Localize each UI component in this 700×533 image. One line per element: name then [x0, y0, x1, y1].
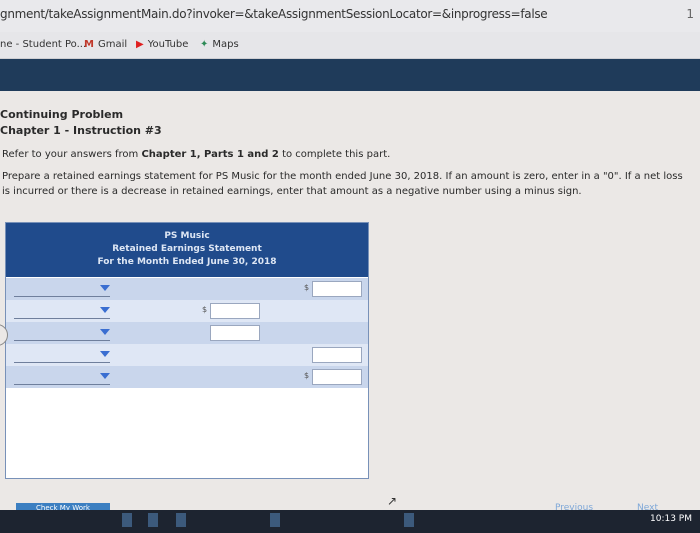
browser-address-bar[interactable]: gnment/takeAssignmentMain.do?invoker=&ta…	[0, 0, 700, 32]
bookmark-label: Gmail	[97, 39, 128, 50]
bookmark-youtube[interactable]: ▶ YouTube	[136, 39, 188, 50]
instructions-text: Prepare a retained earnings statement fo…	[2, 171, 683, 197]
chevron-down-icon[interactable]	[100, 307, 110, 313]
bookmark-label: YouTube	[147, 39, 189, 50]
chevron-down-icon[interactable]	[100, 373, 110, 379]
gmail-icon: M	[84, 38, 94, 50]
bookmark-maps[interactable]: ✦ Maps	[200, 39, 239, 50]
amount-input-inner[interactable]	[210, 325, 260, 341]
account-dropdown[interactable]	[14, 282, 110, 297]
problem-content: Continuing Problem Chapter 1 - Instructi…	[0, 91, 700, 511]
bookmarks-bar: ne - Student Po... M Gmail ▶ YouTube ✦ M…	[0, 32, 700, 59]
chevron-down-icon[interactable]	[100, 351, 110, 357]
amount-input-outer[interactable]	[312, 281, 362, 297]
extension-badge[interactable]: 1	[686, 7, 694, 21]
account-dropdown[interactable]	[14, 304, 110, 319]
account-dropdown[interactable]	[14, 348, 110, 363]
taskbar-app-icon[interactable]	[148, 513, 158, 527]
app-nav-band	[0, 59, 700, 91]
chevron-down-icon[interactable]	[100, 329, 110, 335]
dollar-sign: $	[304, 283, 310, 292]
amount-input-outer[interactable]	[312, 369, 362, 385]
refer-prefix: Refer to your answers from	[2, 149, 142, 160]
amount-input-inner[interactable]	[210, 303, 260, 319]
bookmark-gmail[interactable]: M Gmail	[84, 39, 127, 50]
statement-row: $	[6, 366, 368, 388]
chevron-down-icon[interactable]	[100, 285, 110, 291]
refer-bold: Chapter 1, Parts 1 and 2	[141, 149, 279, 160]
statement-period: For the Month Ended June 30, 2018	[97, 257, 277, 267]
statement-title: Retained Earnings Statement	[112, 244, 262, 254]
dollar-sign: $	[202, 305, 208, 314]
taskbar-app-icon[interactable]	[176, 513, 186, 527]
problem-heading: Continuing Problem	[0, 108, 124, 121]
taskbar-app-icon[interactable]	[404, 513, 414, 527]
url-text[interactable]: gnment/takeAssignmentMain.do?invoker=&ta…	[0, 7, 548, 21]
bookmark-label: Maps	[212, 39, 239, 50]
account-dropdown[interactable]	[14, 370, 110, 385]
statement-row	[6, 344, 368, 366]
os-taskbar: 10:13 PM	[0, 510, 700, 533]
taskbar-app-icon[interactable]	[270, 513, 280, 527]
problem-subheading: Chapter 1 - Instruction #3	[0, 124, 162, 137]
mouse-cursor-icon: ↗	[387, 494, 398, 508]
retained-earnings-statement: PS Music Retained Earnings Statement For…	[5, 222, 369, 479]
statement-row: $	[6, 300, 368, 322]
bookmark-label: ne - Student Po...	[0, 39, 87, 50]
statement-row: $	[6, 278, 368, 300]
taskbar-app-icon[interactable]	[122, 513, 132, 527]
taskbar-clock: 10:13 PM	[650, 514, 692, 524]
amount-input-outer[interactable]	[312, 347, 362, 363]
statement-header: PS Music Retained Earnings Statement For…	[6, 223, 368, 277]
account-dropdown[interactable]	[14, 326, 110, 341]
maps-icon: ✦	[200, 38, 209, 50]
company-name: PS Music	[164, 231, 210, 241]
refer-text: Refer to your answers from Chapter 1, Pa…	[2, 149, 390, 160]
youtube-icon: ▶	[136, 38, 144, 50]
statement-row	[6, 322, 368, 344]
refer-suffix: to complete this part.	[278, 149, 391, 160]
bookmark-student-portal[interactable]: ne - Student Po...	[0, 39, 86, 50]
dollar-sign: $	[304, 371, 310, 380]
